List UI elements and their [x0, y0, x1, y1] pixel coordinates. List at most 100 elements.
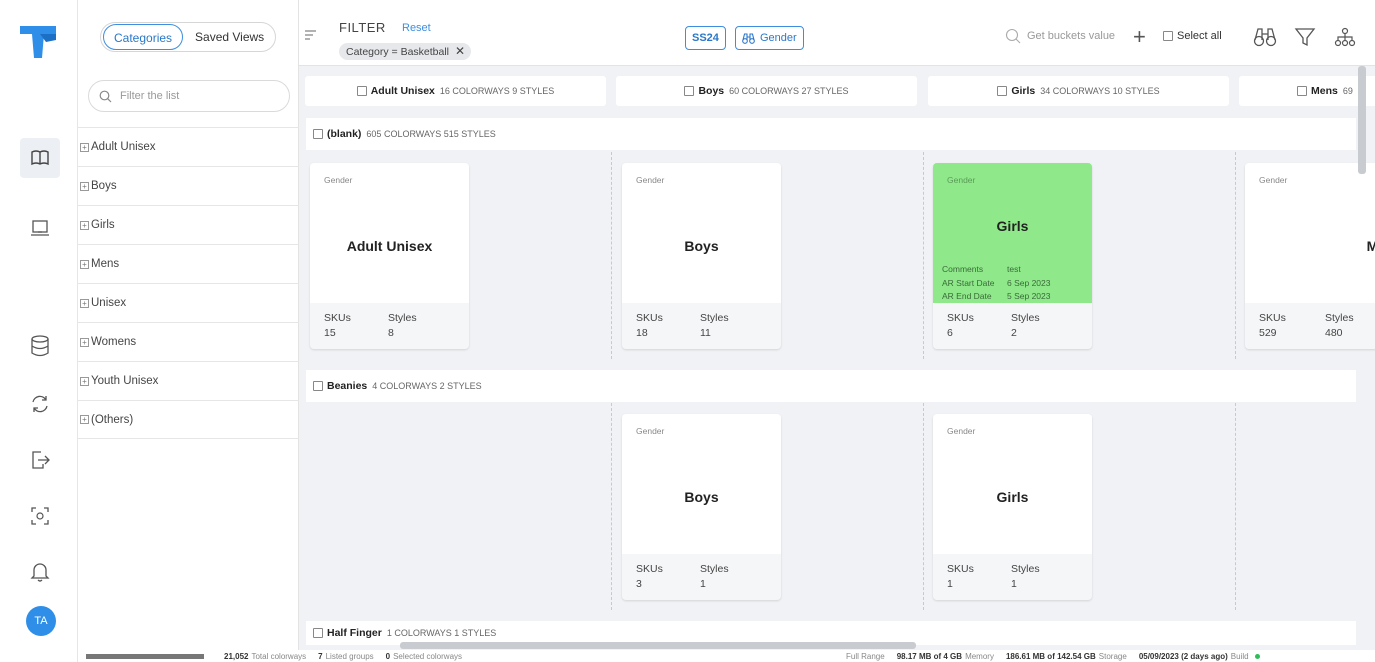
category-item-boys[interactable]: + Boys	[78, 166, 299, 205]
column-header-girls[interactable]: Girls 34 COLORWAYS 10 STYLES	[928, 76, 1229, 106]
expand-icon[interactable]: +	[80, 337, 89, 347]
card-header: Gender Boys	[622, 414, 781, 554]
skus-stat: SKUs 15	[324, 311, 351, 341]
season-pill[interactable]: SS24	[685, 26, 726, 50]
tab-saved-views[interactable]: Saved Views	[185, 24, 274, 50]
filter-icon[interactable]	[1293, 26, 1317, 48]
category-item-youth-unisex[interactable]: + Youth Unisex	[78, 361, 299, 400]
laptop-icon[interactable]	[24, 212, 56, 244]
category-label: Girls	[91, 219, 115, 231]
filter-chip[interactable]: Category = Basketball ✕	[339, 43, 472, 60]
expand-icon[interactable]: +	[80, 181, 89, 191]
bucket-card-girls[interactable]: Gender Girls Comments test AR Start Date 6…	[933, 163, 1092, 349]
checkbox[interactable]	[997, 86, 1008, 96]
expand-icon[interactable]: +	[80, 376, 89, 386]
vertical-scrollbar[interactable]	[1358, 66, 1366, 174]
gender-pill-label: Gender	[760, 32, 797, 44]
bucket-card-mens[interactable]: Gender Mens SKUs 529 Styles 480	[1245, 163, 1375, 349]
gender-pill[interactable]: Gender	[735, 26, 804, 50]
bucket-card-adult-unisex[interactable]: Gender Adult Unisex SKUs 15 Styles 8	[310, 163, 469, 349]
select-all-checkbox[interactable]: Select all	[1163, 30, 1222, 42]
book-icon[interactable]	[20, 138, 60, 178]
styles-stat: Styles 8	[388, 311, 417, 341]
group-name: Half Finger	[327, 627, 382, 639]
sync-icon[interactable]	[24, 388, 56, 420]
styles-label: Styles	[700, 312, 729, 324]
expand-icon[interactable]: +	[80, 259, 89, 269]
column-meta: 34 COLORWAYS 10 STYLES	[1040, 86, 1160, 96]
category-label: Adult Unisex	[91, 141, 156, 153]
filter-placeholder: Filter the list	[120, 90, 180, 102]
column-meta: 60 COLORWAYS 27 STYLES	[729, 86, 849, 96]
filter-list-input[interactable]: Filter the list	[88, 80, 290, 112]
group-row-beanies[interactable]: Beanies 4 COLORWAYS 2 STYLES	[306, 370, 1356, 402]
user-avatar[interactable]: TA	[26, 606, 56, 636]
horizontal-scrollbar[interactable]	[400, 642, 916, 649]
bucket-card-boys[interactable]: Gender Boys SKUs 18 Styles 11	[622, 163, 781, 349]
styles-value: 1	[1011, 578, 1017, 590]
styles-value: 11	[700, 327, 711, 339]
column-meta: 16 COLORWAYS 9 STYLES	[439, 86, 555, 96]
bell-icon[interactable]	[24, 556, 56, 588]
card-label: Gender	[636, 426, 665, 436]
styles-label: Styles	[1325, 312, 1354, 324]
category-item-girls[interactable]: + Girls	[78, 205, 299, 244]
category-item-mens[interactable]: + Mens	[78, 244, 299, 283]
reset-link[interactable]: Reset	[402, 22, 431, 34]
checkbox[interactable]	[684, 86, 695, 96]
column-header-adult-unisex[interactable]: Adult Unisex 16 COLORWAYS 9 STYLES	[305, 76, 606, 106]
column-meta: 69	[1342, 86, 1353, 96]
category-label: Mens	[91, 258, 120, 270]
view-toggle: Categories Saved Views	[100, 22, 276, 52]
category-item-unisex[interactable]: + Unisex	[78, 283, 299, 322]
skus-stat: SKUs 18	[636, 311, 663, 341]
get-buckets-search[interactable]: Get buckets value	[1005, 28, 1115, 44]
filter-chip-label: Category = Basketball	[346, 46, 450, 58]
hierarchy-icon[interactable]	[1333, 26, 1357, 48]
database-icon[interactable]	[24, 330, 56, 362]
tab-categories[interactable]: Categories	[103, 24, 184, 50]
checkbox[interactable]	[313, 628, 323, 638]
group-meta: 1 COLORWAYS 1 STYLES	[386, 628, 497, 638]
binoculars-icon[interactable]	[1253, 26, 1277, 48]
skus-label: SKUs	[636, 312, 663, 324]
binoculars-icon	[742, 32, 755, 44]
styles-label: Styles	[700, 563, 729, 575]
column-header-mens[interactable]: Mens 69	[1239, 76, 1375, 106]
category-item-adult-unisex[interactable]: + Adult Unisex	[78, 127, 299, 166]
column-header-boys[interactable]: Boys 60 COLORWAYS 27 STYLES	[616, 76, 917, 106]
category-item-others[interactable]: + (Others)	[78, 400, 299, 439]
checkbox[interactable]	[356, 86, 367, 96]
column-divider	[611, 403, 612, 610]
category-panel: Categories Saved Views Filter the list +…	[78, 0, 299, 650]
checkbox[interactable]	[313, 381, 323, 391]
skus-stat: SKUs 1	[947, 562, 974, 592]
app-logo[interactable]	[16, 20, 60, 62]
bucket-card-girls[interactable]: Gender Girls SKUs 1 Styles 1	[933, 414, 1092, 600]
memory-usage: 98.17 MB of 4 GB Memory	[896, 651, 994, 661]
group-row-blank[interactable]: (blank) 605 COLORWAYS 515 STYLES	[306, 118, 1356, 150]
scan-icon[interactable]	[24, 500, 56, 532]
expand-icon[interactable]: +	[80, 220, 89, 230]
sort-lines-icon[interactable]	[305, 30, 317, 40]
add-icon[interactable]: +	[1133, 24, 1146, 50]
expand-icon[interactable]: +	[80, 142, 89, 152]
close-icon[interactable]: ✕	[455, 44, 465, 58]
expand-icon[interactable]: +	[80, 298, 89, 308]
group-name: Beanies	[327, 380, 368, 392]
ar-end-value: 5 Sep 2023	[1007, 291, 1051, 301]
checkbox[interactable]	[1297, 86, 1307, 96]
build-info: 05/09/2023 (2 days ago) Build	[1138, 651, 1249, 661]
bucket-card-boys[interactable]: Gender Boys SKUs 3 Styles 1	[622, 414, 781, 600]
checkbox[interactable]	[1163, 31, 1173, 41]
export-icon[interactable]	[24, 444, 56, 476]
checkbox[interactable]	[313, 129, 323, 139]
category-item-womens[interactable]: + Womens	[78, 322, 299, 361]
category-label: Womens	[91, 336, 137, 348]
filter-toolbar: FILTER Reset Category = Basketball ✕ SS2…	[299, 0, 1375, 66]
skus-value: 15	[324, 327, 336, 339]
expand-icon[interactable]: +	[80, 415, 89, 424]
card-header: Gender Girls Comments test AR Start Date 6…	[933, 163, 1092, 303]
skus-label: SKUs	[947, 312, 974, 324]
card-label: Gender	[1259, 175, 1288, 185]
